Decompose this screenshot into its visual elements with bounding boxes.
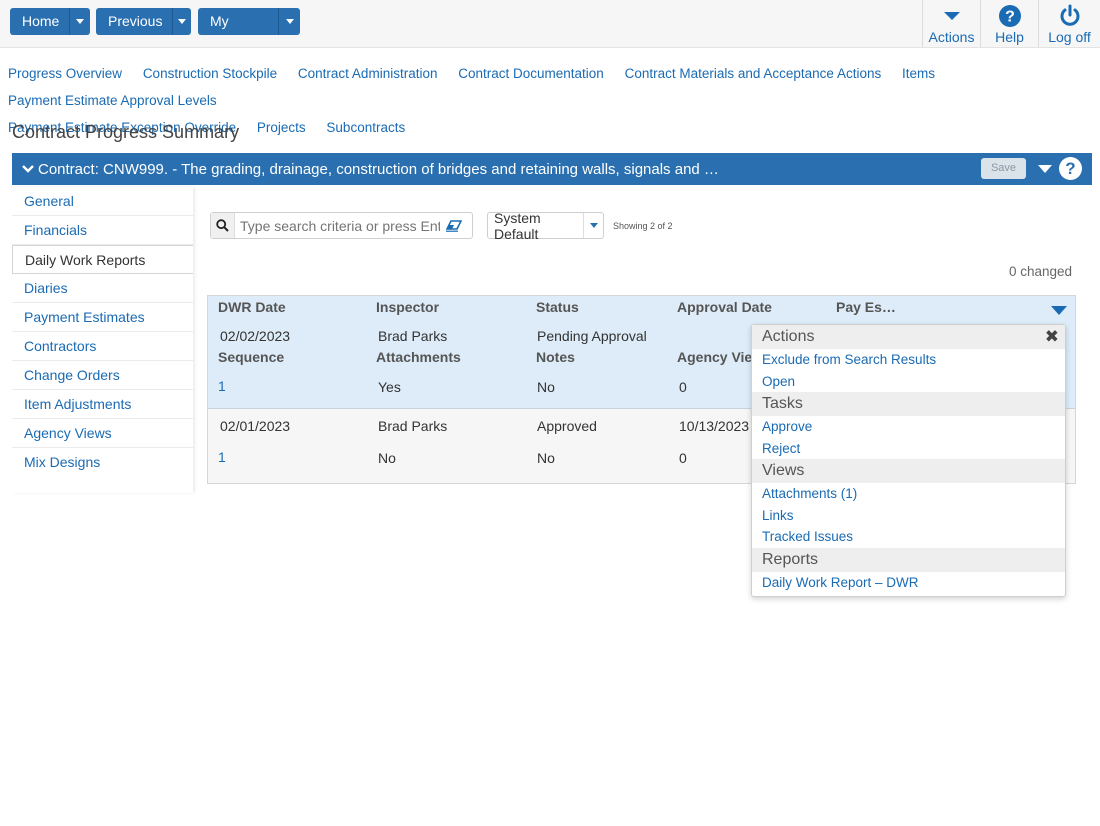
caret-down-icon [943, 2, 961, 29]
question-circle-icon: ? [998, 2, 1022, 29]
chevron-down-icon[interactable] [583, 213, 603, 238]
my-pages-dropdown-caret-icon[interactable] [278, 8, 300, 35]
cell-approval-date: 10/13/2023 4 [679, 418, 761, 434]
previous-button[interactable]: Previous [96, 8, 191, 35]
home-button-label[interactable]: Home [10, 8, 69, 35]
menu-section-reports: Reports [752, 547, 1065, 572]
nav-link-contract-materials[interactable]: Contract Materials and Acceptance Action… [625, 66, 882, 81]
menu-item-exclude-from-search[interactable]: Exclude from Search Results [752, 349, 1065, 371]
view-select[interactable]: System Default [487, 210, 604, 242]
menu-item-reject[interactable]: Reject [752, 438, 1065, 460]
cell-dwr-date: 02/02/2023 [220, 328, 291, 344]
search-icon[interactable] [211, 213, 235, 238]
help-button[interactable]: ? Help [980, 0, 1038, 47]
chevron-down-icon[interactable] [22, 161, 34, 178]
contract-menu-caret-icon[interactable] [1038, 165, 1052, 173]
sidebar-item-financials[interactable]: Financials [12, 216, 193, 245]
log-off-label: Log off [1048, 29, 1091, 45]
cell-attachments: Yes [378, 379, 401, 395]
row-action-menu: Actions ✖ Exclude from Search Results Op… [751, 324, 1066, 597]
cell-status: Pending Approval [537, 328, 647, 344]
cell-notes: No [537, 379, 555, 395]
nav-link-subcontracts[interactable]: Subcontracts [326, 120, 405, 135]
contract-help-icon[interactable]: ? [1059, 157, 1082, 180]
close-icon[interactable]: ✖ [1045, 327, 1059, 347]
nav-link-construction-stockpile[interactable]: Construction Stockpile [143, 66, 277, 81]
nav-link-items[interactable]: Items [902, 66, 935, 81]
header-pay-estimate: Pay Es… [836, 299, 896, 315]
save-button[interactable]: Save [981, 158, 1026, 179]
top-toolbar: Home Previous My Pages Actions ? Help Lo… [0, 0, 1100, 48]
search-box [210, 212, 473, 239]
header-attachments: Attachments [376, 349, 461, 365]
help-label: Help [995, 29, 1024, 45]
power-icon [1058, 2, 1082, 29]
view-select-value[interactable]: System Default [488, 210, 583, 242]
menu-item-attachments[interactable]: Attachments (1) [752, 483, 1065, 505]
header-status: Status [536, 299, 579, 315]
home-dropdown-caret-icon[interactable] [69, 8, 90, 35]
sidebar-item-contractors[interactable]: Contractors [12, 332, 193, 361]
sidebar-item-item-adjustments[interactable]: Item Adjustments [12, 390, 193, 419]
menu-item-approve[interactable]: Approve [752, 416, 1065, 438]
header-inspector: Inspector [376, 299, 440, 315]
sidebar-item-daily-work-reports[interactable]: Daily Work Reports [12, 245, 193, 274]
sidebar-item-agency-views[interactable]: Agency Views [12, 419, 193, 448]
nav-link-payment-estimate-approval-levels[interactable]: Payment Estimate Approval Levels [8, 93, 217, 108]
header-dwr-date: DWR Date [218, 299, 286, 315]
sidebar: General Financials Daily Work Reports Di… [12, 187, 193, 493]
sidebar-item-change-orders[interactable]: Change Orders [12, 361, 193, 390]
cell-inspector: Brad Parks [378, 418, 448, 434]
result-count: Showing 2 of 2 [613, 221, 673, 231]
cell-agency-views: 0 [679, 450, 687, 466]
header-sequence: Sequence [218, 349, 285, 365]
row-actions-caret-icon[interactable] [1051, 306, 1067, 315]
home-button[interactable]: Home [10, 8, 90, 35]
changed-count: 0 changed [1008, 264, 1072, 279]
cell-agency-views: 0 [679, 379, 687, 395]
cell-inspector: Brad Parks [378, 328, 448, 344]
actions-menu-button[interactable]: Actions [922, 0, 980, 47]
cell-sequence-link[interactable]: 1 [218, 449, 226, 465]
cell-status: Approved [537, 418, 597, 434]
cell-attachments: No [378, 450, 396, 466]
contract-header-bar[interactable]: Contract: CNW999. - The grading, drainag… [12, 153, 1092, 185]
nav-link-progress-overview[interactable]: Progress Overview [8, 66, 122, 81]
my-pages-button[interactable]: My Pages [198, 8, 300, 35]
contract-title: Contract: CNW999. - The grading, drainag… [38, 160, 719, 178]
page-title: Contract Progress Summary [12, 122, 240, 142]
menu-item-daily-work-report[interactable]: Daily Work Report – DWR [752, 572, 1065, 594]
menu-section-views: Views [752, 459, 1065, 483]
svg-text:?: ? [1005, 8, 1015, 25]
cell-sequence-link[interactable]: 1 [218, 378, 226, 394]
cell-dwr-date: 02/01/2023 [220, 418, 291, 434]
sidebar-item-diaries[interactable]: Diaries [12, 274, 193, 303]
sidebar-item-payment-estimates[interactable]: Payment Estimates [12, 303, 193, 332]
previous-button-label[interactable]: Previous [96, 8, 172, 35]
sidebar-item-general[interactable]: General [12, 187, 193, 216]
header-approval-date: Approval Date [677, 299, 772, 315]
menu-item-links[interactable]: Links [752, 505, 1065, 527]
nav-link-contract-documentation[interactable]: Contract Documentation [458, 66, 604, 81]
menu-section-actions: Actions [752, 325, 1065, 349]
cell-notes: No [537, 450, 555, 466]
log-off-button[interactable]: Log off [1038, 0, 1100, 47]
menu-item-tracked-issues[interactable]: Tracked Issues [752, 526, 1065, 548]
header-notes: Notes [536, 349, 575, 365]
my-pages-button-label[interactable]: My Pages [198, 8, 278, 35]
nav-link-contract-administration[interactable]: Contract Administration [298, 66, 438, 81]
sidebar-item-mix-designs[interactable]: Mix Designs [12, 448, 193, 477]
top-icon-group: Actions ? Help Log off [922, 0, 1100, 47]
previous-dropdown-caret-icon[interactable] [172, 8, 191, 35]
search-input[interactable] [235, 217, 440, 234]
menu-item-open[interactable]: Open [752, 371, 1065, 393]
actions-menu-label: Actions [928, 29, 975, 45]
menu-section-tasks: Tasks [752, 392, 1065, 416]
nav-link-projects[interactable]: Projects [257, 120, 306, 135]
eraser-icon[interactable] [440, 219, 468, 232]
